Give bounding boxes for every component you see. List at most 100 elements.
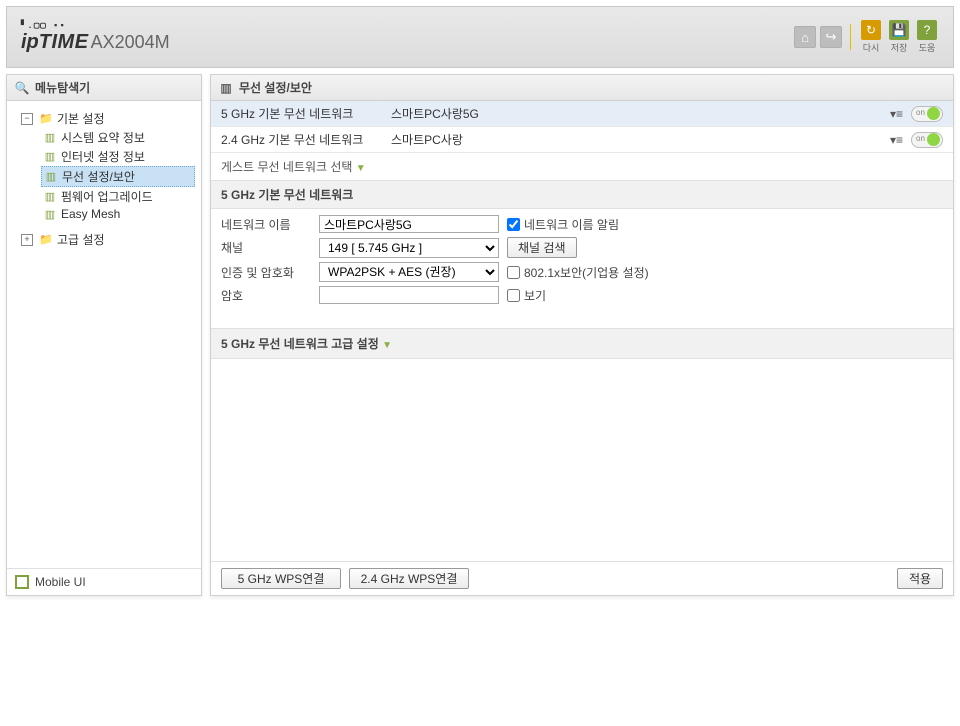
row-auth: 인증 및 암호화 WPA2PSK + AES (권장) 802.1x보안(기업용… — [221, 260, 943, 284]
sidebar-title: 🔍 메뉴탐색기 — [7, 75, 201, 101]
chevron-down-icon: ▼ — [356, 163, 366, 174]
panel-icon: ▥ — [219, 81, 233, 95]
advanced-group: + 📁 고급 설정 — [13, 230, 195, 249]
page-icon: ▥ — [43, 207, 57, 221]
refresh-action[interactable]: ↻ 다시 — [859, 20, 883, 54]
channel-scan-button[interactable]: 채널 검색 — [507, 237, 577, 258]
toggle-dot-icon — [927, 107, 940, 120]
sidebar-item-wireless[interactable]: ▥ 무선 설정/보안 — [41, 166, 195, 187]
home-button[interactable]: ⌂ — [794, 26, 816, 48]
toggle-on-label: on — [916, 108, 925, 117]
row-pass: 암호 보기 — [221, 284, 943, 306]
help-icon: ? — [917, 20, 937, 40]
sidebar-item-firmware[interactable]: ▥ 펌웨어 업그레이드 — [41, 187, 195, 206]
header-actions: ⌂ ↪ ↻ 다시 💾 저장 ? 도움 — [794, 20, 939, 54]
auth-select[interactable]: WPA2PSK + AES (권장) — [319, 262, 499, 282]
auth-label: 인증 및 암호화 — [221, 264, 311, 281]
channel-label: 채널 — [221, 239, 311, 256]
basic-group-node[interactable]: − 📁 기본 설정 — [19, 109, 195, 128]
network-row-24g[interactable]: 2.4 GHz 기본 무선 네트워크 스마트PC사랑 ▾≡ on — [211, 127, 953, 153]
broadcast-check[interactable]: 네트워크 이름 알림 — [507, 216, 619, 233]
toggle-24g[interactable]: on — [911, 132, 943, 148]
basic-group: − 📁 기본 설정 ▥ 시스템 요약 정보 ▥ 인터넷 설정 정보 — [13, 109, 195, 222]
sidebar: 🔍 메뉴탐색기 − 📁 기본 설정 ▥ 시스템 요약 정보 — [6, 74, 202, 596]
sidebar-item-summary[interactable]: ▥ 시스템 요약 정보 — [41, 128, 195, 147]
filter-icon[interactable]: ▾≡ — [890, 133, 903, 147]
save-label: 저장 — [891, 41, 908, 54]
expand-icon[interactable]: + — [21, 234, 33, 246]
sidebar-item-label: 인터넷 설정 정보 — [61, 148, 145, 165]
main-spacer — [211, 359, 953, 561]
show-pass-label: 보기 — [524, 287, 546, 304]
dot1x-check[interactable]: 802.1x보안(기업용 설정) — [507, 264, 649, 281]
main-panel: ▥ 무선 설정/보안 5 GHz 기본 무선 네트워크 스마트PC사랑5G ▾≡… — [210, 74, 954, 596]
help-label: 도움 — [919, 41, 936, 54]
basic-group-label: 기본 설정 — [57, 110, 105, 127]
ssid-input[interactable] — [319, 215, 499, 233]
row-channel: 채널 149 [ 5.745 GHz ] 채널 검색 — [221, 235, 943, 260]
refresh-label: 다시 — [863, 41, 880, 54]
mobile-ui-label: Mobile UI — [35, 575, 86, 589]
toggle-dot-icon — [927, 133, 940, 146]
app-root: ▘.▢▢ ▪▪ ipTIMEAX2004M ⌂ ↪ ↻ 다시 💾 저장 ? 도움 — [0, 6, 960, 726]
logout-button[interactable]: ↪ — [820, 26, 842, 48]
toggle-5g[interactable]: on — [911, 106, 943, 122]
page-icon: ▥ — [43, 131, 57, 145]
row-ssid: 네트워크 이름 네트워크 이름 알림 — [221, 213, 943, 235]
page-icon: ▥ — [43, 190, 57, 204]
ssid-label: 네트워크 이름 — [221, 216, 311, 233]
sidebar-item-label: 시스템 요약 정보 — [61, 129, 145, 146]
header-bar: ▘.▢▢ ▪▪ ipTIMEAX2004M ⌂ ↪ ↻ 다시 💾 저장 ? 도움 — [6, 6, 954, 68]
sidebar-item-label: 무선 설정/보안 — [62, 168, 135, 185]
wps-24g-button[interactable]: 2.4 GHz WPS연결 — [349, 568, 469, 589]
sidebar-item-internet[interactable]: ▥ 인터넷 설정 정보 — [41, 147, 195, 166]
logo-time: TIME — [39, 31, 89, 53]
mobile-ui-link[interactable]: Mobile UI — [7, 568, 201, 595]
logo-text: ipTIMEAX2004M — [21, 31, 170, 54]
sidebar-title-label: 메뉴탐색기 — [35, 79, 90, 96]
logo-dots: ▘.▢▢ ▪▪ — [21, 21, 170, 31]
network-ssid-5g: 스마트PC사랑5G — [391, 105, 880, 122]
network-name-5g: 5 GHz 기본 무선 네트워크 — [221, 105, 381, 122]
apply-button[interactable]: 적용 — [897, 568, 943, 589]
collapse-icon[interactable]: − — [21, 113, 33, 125]
pass-label: 암호 — [221, 287, 311, 304]
show-pass-checkbox[interactable] — [507, 289, 520, 302]
advanced-5g-label: 5 GHz 무선 네트워크 고급 설정 — [221, 337, 379, 351]
main-title: ▥ 무선 설정/보안 — [211, 75, 953, 101]
folder-icon: 📁 — [39, 112, 53, 126]
sidebar-item-label: Easy Mesh — [61, 207, 120, 221]
section-5g-head: 5 GHz 기본 무선 네트워크 — [211, 180, 953, 209]
guest-network-label: 게스트 무선 네트워크 선택 — [221, 160, 352, 174]
network-name-24g: 2.4 GHz 기본 무선 네트워크 — [221, 131, 381, 148]
show-pass-check[interactable]: 보기 — [507, 287, 546, 304]
help-action[interactable]: ? 도움 — [915, 20, 939, 54]
advanced-group-node[interactable]: + 📁 고급 설정 — [19, 230, 195, 249]
body: 🔍 메뉴탐색기 − 📁 기본 설정 ▥ 시스템 요약 정보 — [0, 74, 960, 602]
network-ssid-24g: 스마트PC사랑 — [391, 131, 880, 148]
network-row-5g[interactable]: 5 GHz 기본 무선 네트워크 스마트PC사랑5G ▾≡ on — [211, 101, 953, 127]
save-action[interactable]: 💾 저장 — [887, 20, 911, 54]
logo-ip: ip — [21, 31, 39, 53]
save-icon: 💾 — [889, 20, 909, 40]
folder-icon: 📁 — [39, 233, 53, 247]
logo: ▘.▢▢ ▪▪ ipTIMEAX2004M — [21, 21, 170, 54]
dot1x-label: 802.1x보안(기업용 설정) — [524, 264, 649, 281]
broadcast-checkbox[interactable] — [507, 218, 520, 231]
channel-select[interactable]: 149 [ 5.745 GHz ] — [319, 238, 499, 258]
filter-icon[interactable]: ▾≡ — [890, 107, 903, 121]
wps-5g-button[interactable]: 5 GHz WPS연결 — [221, 568, 341, 589]
dot1x-checkbox[interactable] — [507, 266, 520, 279]
guest-network-row[interactable]: 게스트 무선 네트워크 선택 ▼ — [211, 153, 953, 180]
main-footer: 5 GHz WPS연결 2.4 GHz WPS연결 적용 — [211, 561, 953, 595]
sidebar-item-easymesh[interactable]: ▥ Easy Mesh — [41, 206, 195, 222]
refresh-icon: ↻ — [861, 20, 881, 40]
nav-tree: − 📁 기본 설정 ▥ 시스템 요약 정보 ▥ 인터넷 설정 정보 — [7, 101, 201, 568]
advanced-5g-row[interactable]: 5 GHz 무선 네트워크 고급 설정 ▼ — [211, 328, 953, 359]
search-icon: 🔍 — [15, 81, 29, 95]
mobile-icon — [15, 575, 29, 589]
sidebar-item-label: 펌웨어 업그레이드 — [61, 188, 153, 205]
basic-children: ▥ 시스템 요약 정보 ▥ 인터넷 설정 정보 ▥ 무선 설정/보안 ▥ — [19, 128, 195, 222]
password-input[interactable] — [319, 286, 499, 304]
model-label: AX2004M — [91, 32, 170, 52]
